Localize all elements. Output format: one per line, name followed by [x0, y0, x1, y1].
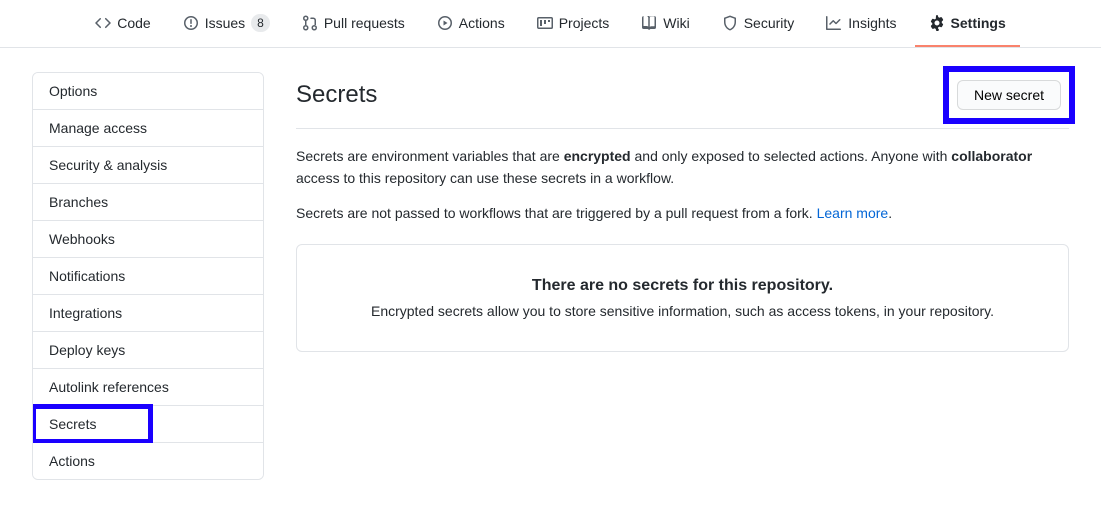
sidebar-item-actions[interactable]: Actions	[33, 443, 263, 479]
sidebar-item-manage-access[interactable]: Manage access	[33, 110, 263, 147]
sidebar-item-label: Integrations	[49, 305, 122, 321]
tab-label: Issues	[205, 15, 245, 31]
sidebar-item-integrations[interactable]: Integrations	[33, 295, 263, 332]
tab-security[interactable]: Security	[708, 0, 809, 47]
shield-icon	[722, 15, 738, 31]
main-content: Secrets New secret Secrets are environme…	[296, 72, 1069, 480]
tab-actions[interactable]: Actions	[423, 0, 519, 47]
tab-label: Wiki	[663, 15, 689, 31]
book-icon	[641, 15, 657, 31]
tab-label: Projects	[559, 15, 610, 31]
learn-more-link[interactable]: Learn more	[817, 205, 889, 221]
new-secret-button[interactable]: New secret	[957, 80, 1061, 110]
sidebar-item-security-analysis[interactable]: Security & analysis	[33, 147, 263, 184]
empty-title: There are no secrets for this repository…	[321, 277, 1044, 295]
graph-icon	[826, 15, 842, 31]
tab-issues[interactable]: Issues 8	[169, 0, 284, 47]
sidebar-item-label: Options	[49, 83, 97, 99]
sidebar-item-label: Branches	[49, 194, 108, 210]
repo-topnav: Code Issues 8 Pull requests Actions Proj…	[0, 0, 1101, 48]
gear-icon	[929, 15, 945, 31]
tab-label: Settings	[951, 15, 1006, 31]
issues-count: 8	[251, 14, 270, 32]
new-secret-highlight: New secret	[949, 72, 1069, 118]
code-icon	[95, 15, 111, 31]
description-1: Secrets are environment variables that a…	[296, 145, 1069, 190]
sidebar-item-deploy-keys[interactable]: Deploy keys	[33, 332, 263, 369]
page-title: Secrets	[296, 81, 377, 109]
sidebar-item-label: Security & analysis	[49, 157, 167, 173]
play-icon	[437, 15, 453, 31]
settings-sidebar: Options Manage access Security & analysi…	[32, 72, 264, 480]
empty-state: There are no secrets for this repository…	[296, 244, 1069, 352]
description-2: Secrets are not passed to workflows that…	[296, 202, 1069, 224]
tab-label: Insights	[848, 15, 896, 31]
tab-projects[interactable]: Projects	[523, 0, 624, 47]
tab-wiki[interactable]: Wiki	[627, 0, 703, 47]
sidebar-item-options[interactable]: Options	[33, 73, 263, 110]
sidebar-item-notifications[interactable]: Notifications	[33, 258, 263, 295]
sidebar-item-label: Notifications	[49, 268, 125, 284]
tab-insights[interactable]: Insights	[812, 0, 910, 47]
sidebar-item-label: Deploy keys	[49, 342, 125, 358]
issue-icon	[183, 15, 199, 31]
empty-subtitle: Encrypted secrets allow you to store sen…	[321, 303, 1044, 319]
pr-icon	[302, 15, 318, 31]
tab-code[interactable]: Code	[81, 0, 164, 47]
tab-settings[interactable]: Settings	[915, 0, 1020, 47]
sidebar-item-webhooks[interactable]: Webhooks	[33, 221, 263, 258]
tab-label: Actions	[459, 15, 505, 31]
tab-label: Pull requests	[324, 15, 405, 31]
sidebar-item-label: Webhooks	[49, 231, 115, 247]
sidebar-item-label: Manage access	[49, 120, 147, 136]
tab-label: Security	[744, 15, 795, 31]
tab-pull-requests[interactable]: Pull requests	[288, 0, 419, 47]
sidebar-item-secrets[interactable]: Secrets	[33, 406, 263, 443]
project-icon	[537, 15, 553, 31]
sidebar-item-label: Actions	[49, 453, 95, 469]
sidebar-item-label: Autolink references	[49, 379, 169, 395]
sidebar-item-autolink-references[interactable]: Autolink references	[33, 369, 263, 406]
sidebar-item-label: Secrets	[49, 416, 96, 432]
sidebar-item-branches[interactable]: Branches	[33, 184, 263, 221]
tab-label: Code	[117, 15, 150, 31]
